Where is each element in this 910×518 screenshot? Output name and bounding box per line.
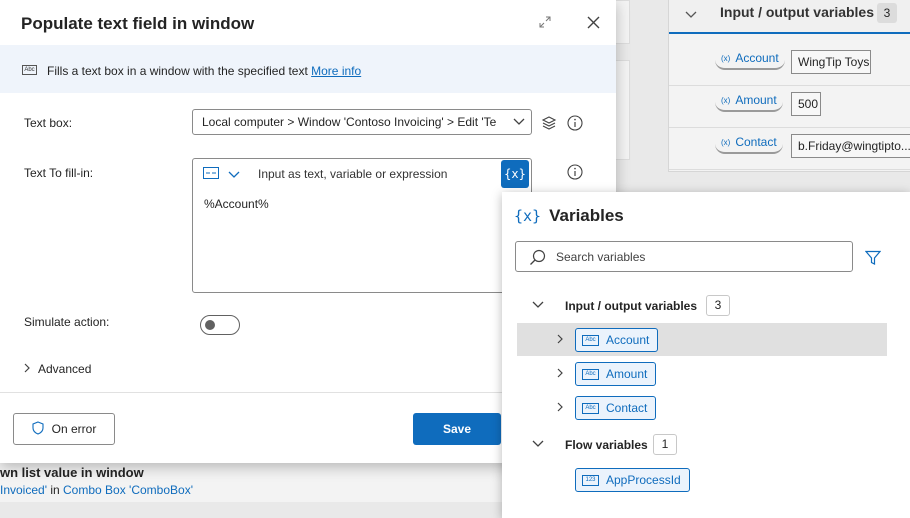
variable-row[interactable]: Abc Contact bbox=[517, 391, 887, 424]
chevron-right-icon[interactable] bbox=[557, 401, 563, 415]
io-variable-row[interactable]: (x) Account WingTip Toys bbox=[669, 44, 910, 86]
variable-chip[interactable]: (x) Amount bbox=[715, 90, 783, 112]
chevron-down-icon bbox=[228, 168, 240, 182]
chevron-right-icon[interactable] bbox=[557, 367, 563, 381]
text-type-icon: Abc bbox=[582, 334, 599, 346]
text-type-icon: Abc bbox=[582, 402, 599, 414]
chevron-right-icon bbox=[24, 362, 30, 376]
filter-icon[interactable] bbox=[862, 247, 884, 269]
variable-chip[interactable]: Abc Account bbox=[575, 328, 659, 352]
close-icon[interactable] bbox=[582, 11, 604, 33]
variable-group-count: 1 bbox=[653, 434, 677, 455]
variable-icon: (x) bbox=[721, 95, 731, 105]
on-error-label: On error bbox=[51, 422, 97, 436]
variable-name: AppProcessId bbox=[606, 473, 681, 487]
variables-title: {x} Variables bbox=[514, 206, 624, 226]
chevron-down-icon bbox=[532, 298, 544, 312]
variable-name: Account bbox=[606, 333, 650, 347]
variable-icon: (x) bbox=[721, 137, 731, 147]
info-bar: Abc Fills a text box in a window with th… bbox=[0, 45, 616, 93]
fill-text-value[interactable]: %Account% bbox=[204, 197, 269, 211]
background-action-title: wn list value in window bbox=[0, 465, 144, 480]
variable-name: Amount bbox=[735, 93, 777, 107]
shield-icon bbox=[32, 420, 44, 438]
variable-row[interactable]: Abc Account bbox=[517, 323, 887, 356]
variables-icon: {x} bbox=[514, 207, 542, 225]
background-action-element-link[interactable]: Combo Box 'ComboBox' bbox=[63, 483, 193, 497]
textbox-selected-value: Local computer > Window 'Contoso Invoici… bbox=[202, 115, 497, 129]
search-icon bbox=[529, 249, 546, 269]
variable-value: WingTip Toys bbox=[791, 50, 871, 74]
input-hint: Input as text, variable or expression bbox=[258, 167, 448, 181]
text-type-icon: Abc bbox=[582, 368, 599, 380]
chevron-down-icon bbox=[532, 437, 544, 451]
variable-row[interactable]: Abc Amount bbox=[517, 357, 887, 390]
chevron-right-icon[interactable] bbox=[557, 333, 563, 347]
background-action-window-link[interactable]: Invoiced' bbox=[0, 483, 47, 497]
variables-search[interactable] bbox=[515, 241, 853, 272]
info-icon[interactable] bbox=[564, 161, 586, 183]
text-fill-input[interactable]: Input as text, variable or expression %A… bbox=[192, 158, 532, 293]
variable-group-header[interactable]: Input / output variables 3 bbox=[502, 293, 910, 319]
info-text: Fills a text box in a window with the sp… bbox=[47, 64, 361, 78]
info-icon[interactable] bbox=[564, 112, 586, 134]
textbox-label: Text box: bbox=[24, 116, 73, 130]
io-variables-pane: Input / output variables 3 (x) Account Wi… bbox=[668, 0, 910, 172]
text-mode-icon bbox=[203, 167, 219, 182]
fill-label: Text To fill-in: bbox=[24, 166, 94, 180]
advanced-section[interactable]: Advanced bbox=[24, 362, 91, 376]
more-info-link[interactable]: More info bbox=[311, 64, 361, 78]
chevron-down-icon bbox=[513, 110, 525, 134]
variable-chip[interactable]: (x) Account bbox=[715, 48, 785, 70]
variable-name: Account bbox=[735, 51, 779, 65]
dialog-title: Populate text field in window bbox=[21, 14, 255, 33]
search-input[interactable] bbox=[556, 248, 836, 266]
io-variables-count: 3 bbox=[877, 3, 897, 23]
variable-name: Contact bbox=[735, 135, 777, 149]
on-error-button[interactable]: On error bbox=[13, 413, 115, 445]
variable-value: 500 bbox=[791, 92, 821, 116]
numeric-type-icon: 123 bbox=[582, 474, 599, 486]
variables-title-text: Variables bbox=[549, 206, 624, 225]
variable-group-name: Flow variables bbox=[565, 438, 648, 452]
text-type-icon: Abc bbox=[22, 65, 37, 75]
info-description: Fills a text box in a window with the sp… bbox=[47, 64, 308, 78]
io-variable-row[interactable]: (x) Contact b.Friday@wingtipto... bbox=[669, 128, 910, 170]
variable-icon: (x) bbox=[721, 53, 731, 63]
variable-name: Amount bbox=[606, 367, 648, 381]
layers-icon[interactable] bbox=[538, 112, 560, 134]
io-variables-title: Input / output variables bbox=[720, 4, 875, 20]
background-action-desc-connector: in bbox=[47, 483, 64, 497]
toggle-knob bbox=[205, 320, 215, 330]
simulate-label: Simulate action: bbox=[24, 315, 110, 329]
variable-row[interactable]: 123 AppProcessId bbox=[517, 463, 887, 496]
variable-name: Contact bbox=[606, 401, 648, 415]
variable-group-name: Input / output variables bbox=[565, 299, 698, 313]
variable-chip[interactable]: 123 AppProcessId bbox=[575, 468, 690, 492]
insert-variable-button[interactable]: {x} bbox=[501, 160, 529, 188]
save-button[interactable]: Save bbox=[413, 413, 501, 445]
io-variable-row[interactable]: (x) Amount 500 bbox=[669, 86, 910, 128]
variable-group-count: 3 bbox=[706, 295, 730, 316]
background-action-description: Invoiced' in Combo Box 'ComboBox' bbox=[0, 483, 193, 497]
input-mode-dropdown[interactable] bbox=[203, 167, 240, 182]
textbox-select[interactable]: Local computer > Window 'Contoso Invoici… bbox=[192, 109, 532, 135]
advanced-label: Advanced bbox=[38, 362, 92, 376]
chevron-down-icon bbox=[685, 6, 697, 22]
simulate-toggle[interactable] bbox=[200, 315, 240, 335]
io-variables-header[interactable]: Input / output variables 3 bbox=[669, 0, 910, 34]
variable-value: b.Friday@wingtipto... bbox=[791, 134, 910, 158]
expand-icon[interactable] bbox=[534, 11, 556, 33]
variable-chip[interactable]: (x) Contact bbox=[715, 132, 783, 154]
variable-group-header[interactable]: Flow variables 1 bbox=[502, 432, 910, 458]
variables-flyout: {x} Variables Input / output variables 3… bbox=[502, 192, 910, 518]
variable-chip[interactable]: Abc Contact bbox=[575, 396, 657, 420]
variable-chip[interactable]: Abc Amount bbox=[575, 362, 657, 386]
